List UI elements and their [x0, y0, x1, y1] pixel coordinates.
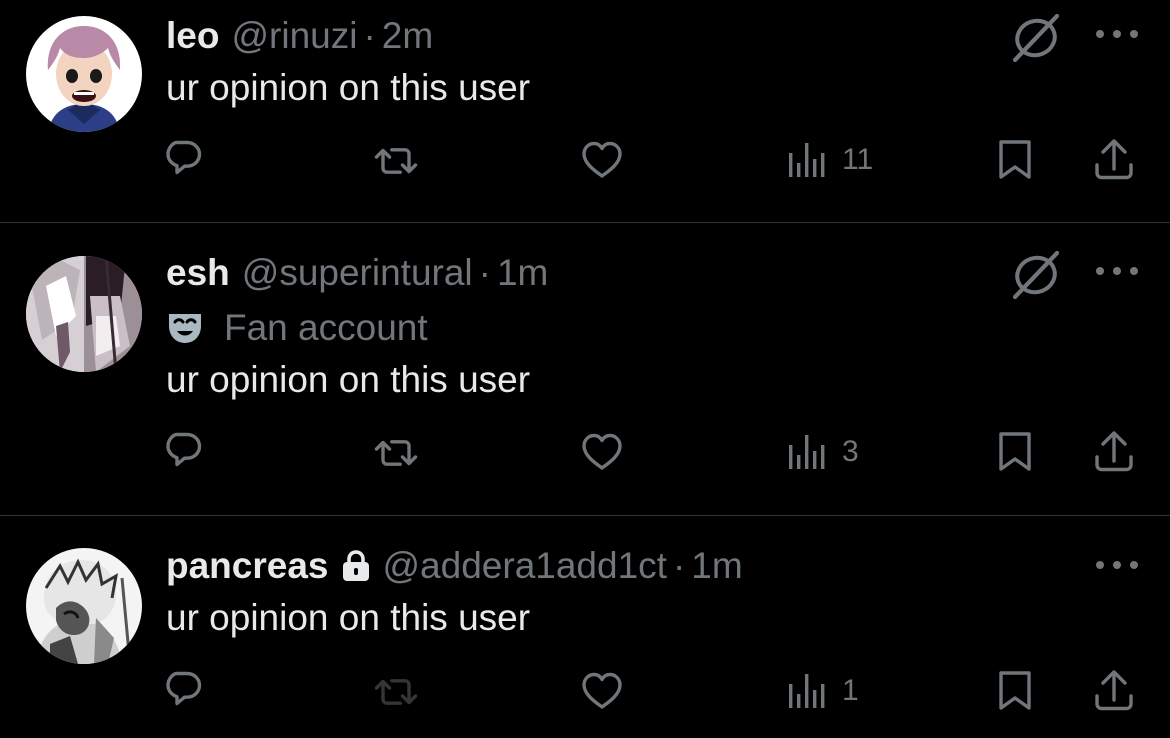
views-button[interactable]: 3: [788, 427, 859, 477]
repost-icon: [374, 440, 418, 466]
like-button[interactable]: [580, 135, 626, 185]
tweet-text: ur opinion on this user: [166, 597, 531, 638]
separator: ·: [478, 252, 491, 293]
views-icon: [789, 674, 825, 708]
separator: ·: [363, 15, 376, 56]
views-count: 1: [842, 674, 859, 707]
handle[interactable]: @rinuzi: [231, 13, 357, 59]
repost-icon: [374, 148, 418, 174]
reply-button[interactable]: [164, 666, 208, 716]
handle[interactable]: @superintural: [242, 250, 473, 296]
timestamp[interactable]: 2m: [382, 13, 433, 59]
reply-button[interactable]: [164, 427, 208, 477]
tweet-1[interactable]: leo @rinuzi · 2m ur opinion on this user…: [0, 0, 1170, 222]
share-icon: [1095, 431, 1133, 472]
reply-icon: [166, 432, 202, 467]
views-count: 3: [842, 435, 859, 468]
timestamp[interactable]: 1m: [497, 250, 548, 296]
like-button[interactable]: [580, 666, 626, 716]
label-text: Fan account: [224, 307, 428, 348]
bookmark-icon: [999, 140, 1031, 179]
bookmark-button[interactable]: [996, 666, 1034, 716]
display-name[interactable]: leo: [166, 13, 219, 59]
share-icon: [1095, 670, 1133, 711]
views-count: 11: [842, 143, 874, 176]
mask-icon: [169, 314, 201, 343]
views-button[interactable]: 11: [788, 135, 873, 185]
display-name[interactable]: pancreas: [166, 543, 329, 589]
tweet-header: leo @rinuzi · 2m: [166, 13, 433, 59]
views-icon: [789, 435, 825, 469]
tweet-text: ur opinion on this user: [166, 359, 531, 400]
bookmark-icon: [999, 432, 1031, 471]
more-options-icon[interactable]: [1094, 261, 1140, 281]
tweet-header: pancreas @addera1add1ct · 1m: [166, 543, 743, 589]
bookmark-button[interactable]: [996, 135, 1034, 185]
tweet-2[interactable]: esh @superintural · 1m Fan account ur op…: [0, 223, 1170, 514]
bookmark-icon: [999, 671, 1031, 710]
avatar-manga-sketch-icon: [26, 548, 142, 664]
share-button[interactable]: [1094, 135, 1134, 185]
tweet-text: ur opinion on this user: [166, 67, 531, 108]
tweet-3[interactable]: pancreas @addera1add1ct · 1m ur opinion …: [0, 516, 1170, 738]
like-icon: [582, 672, 622, 709]
tweet-header: esh @superintural · 1m: [166, 250, 548, 296]
avatar-manga-characters-icon: [26, 256, 142, 372]
reply-icon: [166, 671, 202, 706]
repost-icon: [374, 679, 418, 705]
like-button[interactable]: [580, 427, 626, 477]
more-options-icon[interactable]: [1094, 24, 1140, 44]
like-icon: [582, 433, 622, 470]
share-button[interactable]: [1094, 427, 1134, 477]
repost-button: [374, 668, 420, 718]
reply-icon: [166, 140, 202, 175]
grok-icon[interactable]: [1010, 249, 1062, 301]
avatar-purple-hair-character-icon: [26, 16, 142, 132]
repost-button[interactable]: [374, 429, 420, 479]
repost-button[interactable]: [374, 137, 420, 187]
timestamp[interactable]: 1m: [691, 543, 742, 589]
share-button[interactable]: [1094, 666, 1134, 716]
handle[interactable]: @addera1add1ct: [383, 543, 667, 589]
grok-icon[interactable]: [1010, 12, 1062, 64]
avatar[interactable]: [26, 548, 142, 664]
account-label[interactable]: Fan account: [166, 305, 428, 351]
like-icon: [582, 141, 622, 178]
avatar[interactable]: [26, 256, 142, 372]
separator: ·: [672, 545, 686, 586]
more-options-icon[interactable]: [1094, 555, 1140, 575]
bookmark-button[interactable]: [996, 427, 1034, 477]
views-icon: [789, 143, 825, 177]
lock-icon: [342, 550, 369, 581]
display-name[interactable]: esh: [166, 250, 230, 296]
avatar[interactable]: [26, 16, 142, 132]
reply-button[interactable]: [164, 135, 208, 185]
views-button[interactable]: 1: [788, 666, 859, 716]
share-icon: [1095, 139, 1133, 180]
